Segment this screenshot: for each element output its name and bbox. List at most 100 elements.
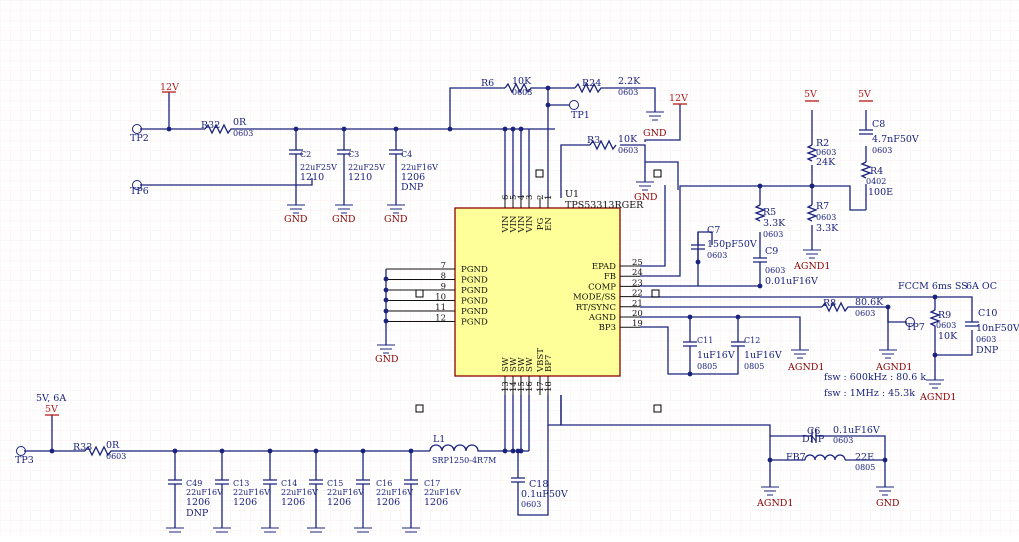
svg-text:22E: 22E (855, 452, 874, 463)
svg-text:R3: R3 (587, 135, 600, 146)
svg-text:1210: 1210 (348, 172, 372, 183)
junction-dot (767, 457, 773, 463)
svg-text:C9: C9 (765, 246, 778, 257)
svg-text:C16: C16 (376, 479, 392, 488)
pin-name: RT/SYNC (576, 303, 616, 313)
pin-name: COMP (588, 282, 616, 292)
svg-text:0603: 0603 (872, 146, 892, 155)
svg-text:22uF25V: 22uF25V (300, 163, 337, 172)
svg-text:C8: C8 (872, 119, 885, 130)
pin-number: 7 (441, 261, 446, 271)
pin-name: SW (525, 357, 535, 372)
pin-number: 8 (441, 272, 446, 282)
net-label: 12V (160, 82, 179, 93)
junction-dot (172, 448, 178, 454)
power-flag-5v-c8: 5V (858, 89, 873, 102)
junction-dot (687, 314, 693, 320)
junction-dot (408, 448, 414, 454)
svg-text:10K: 10K (618, 134, 638, 145)
pin-number: 16 (525, 381, 535, 392)
svg-text:1206: 1206 (281, 497, 305, 508)
junction-dot (502, 448, 508, 454)
pin-name: PGND (461, 286, 488, 296)
svg-text:22uF16V: 22uF16V (327, 488, 364, 497)
svg-text:0603: 0603 (816, 213, 836, 222)
pin-name: MODE/SS (573, 293, 616, 303)
svg-text:AGND1: AGND1 (793, 261, 830, 272)
svg-text:0R: 0R (233, 117, 247, 128)
svg-text:GND: GND (384, 214, 408, 225)
pin-name: BP3 (599, 323, 616, 333)
svg-text:R24: R24 (582, 78, 601, 89)
svg-text:5V: 5V (858, 89, 871, 100)
pin-number: 24 (632, 268, 643, 278)
svg-text:0.01uF16V: 0.01uF16V (765, 276, 818, 287)
svg-text:0603: 0603 (833, 436, 853, 445)
junction-dot (882, 457, 888, 463)
svg-text:L1: L1 (433, 434, 445, 445)
pin-name: FB (604, 272, 616, 282)
note-fsw-600k: fsw : 600kHz : 80.6 k (824, 372, 926, 383)
svg-text:TP1: TP1 (571, 110, 590, 121)
junction-dot (545, 85, 551, 91)
junction-dot (757, 183, 763, 189)
svg-text:5V: 5V (804, 89, 817, 100)
ic-part: TPS53313RGER (565, 200, 644, 211)
svg-text:3.3K: 3.3K (816, 223, 839, 234)
svg-text:R33: R33 (73, 442, 92, 453)
svg-text:DNP: DNP (186, 508, 209, 519)
svg-text:1206: 1206 (376, 497, 400, 508)
junction-dot (545, 102, 551, 108)
svg-text:0805: 0805 (855, 463, 875, 472)
svg-text:SRP1250-4R7M: SRP1250-4R7M (432, 456, 496, 465)
junction-dot (447, 126, 453, 132)
svg-text:GND: GND (643, 128, 667, 139)
svg-text:DNP: DNP (802, 434, 825, 445)
svg-text:2.2K: 2.2K (618, 76, 641, 87)
svg-text:22uF16V: 22uF16V (233, 488, 270, 497)
junction-dot (293, 126, 299, 132)
junction-dot (510, 448, 516, 454)
svg-text:1206: 1206 (233, 497, 257, 508)
svg-text:5V: 5V (45, 404, 58, 415)
svg-text:0805: 0805 (697, 362, 717, 371)
svg-text:C3: C3 (348, 150, 359, 159)
svg-text:0603: 0603 (763, 230, 783, 239)
pin-name: PGND (461, 307, 488, 317)
svg-text:GND: GND (332, 214, 356, 225)
svg-text:10K: 10K (512, 76, 532, 87)
svg-text:150pF50V: 150pF50V (707, 239, 757, 250)
svg-text:C11: C11 (697, 336, 713, 345)
pin-name: PGND (461, 318, 488, 328)
svg-text:C4: C4 (401, 150, 412, 159)
junction-dot (809, 183, 815, 189)
svg-text:5V, 6A: 5V, 6A (36, 393, 66, 404)
junction-dot (267, 448, 273, 454)
svg-text:24K: 24K (816, 157, 836, 168)
svg-text:DNP: DNP (401, 182, 424, 193)
svg-text:100E: 100E (868, 187, 893, 198)
svg-text:R6: R6 (481, 78, 494, 89)
pin-number: 12 (435, 314, 446, 324)
svg-text:DNP: DNP (976, 345, 999, 356)
junction-dot (383, 308, 389, 314)
svg-text:10nF50V: 10nF50V (976, 323, 1019, 334)
svg-text:AGND1: AGND1 (787, 362, 824, 373)
svg-text:AGND1: AGND1 (919, 392, 956, 403)
pin-number: 18 (544, 381, 554, 392)
power-flag-12v-left: 12V (160, 82, 179, 93)
pin-number: 3 (525, 195, 535, 200)
schematic-canvas: 12V 12V TP2 TP6 TP1 R32 0R 0603 R6 10K 0… (0, 0, 1019, 537)
svg-text:GND: GND (876, 498, 900, 509)
svg-text:0603: 0603 (618, 88, 638, 97)
pin-number: 23 (632, 278, 643, 288)
svg-text:C49: C49 (186, 479, 202, 488)
note-fsw-1m: fsw : 1MHz : 45.3k (824, 388, 915, 399)
svg-text:C14: C14 (281, 479, 297, 488)
svg-text:GND: GND (375, 354, 399, 365)
pin-number: 19 (632, 319, 643, 329)
pin-name: PGND (461, 297, 488, 307)
svg-text:0R: 0R (106, 440, 120, 451)
svg-text:C12: C12 (744, 336, 760, 345)
pin-name: EN (544, 217, 554, 231)
